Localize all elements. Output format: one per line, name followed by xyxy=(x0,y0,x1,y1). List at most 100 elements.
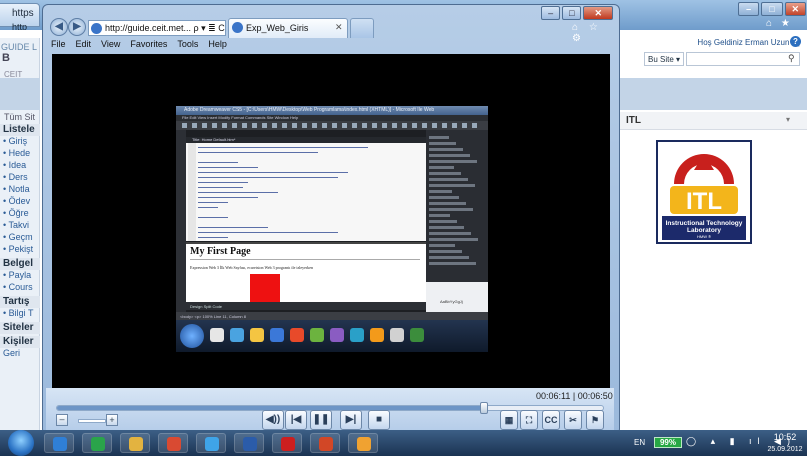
video-toolbar-icon xyxy=(342,123,347,128)
video-red-box xyxy=(250,274,280,302)
video-properties-text: AaBbYyGgJj xyxy=(440,299,463,304)
menu-favorites[interactable]: Favorites xyxy=(125,38,172,52)
layout-button[interactable]: ▦ xyxy=(500,410,518,430)
menu-help[interactable]: Help xyxy=(203,38,232,52)
menu-edit[interactable]: Edit xyxy=(71,38,97,52)
new-tab-button[interactable] xyxy=(350,18,374,38)
outer-browser-tools-icons[interactable]: ⌂ ★ xyxy=(766,18,806,30)
video-taskbar-app-icon xyxy=(350,328,364,342)
taskbar-windows-media-button[interactable] xyxy=(348,433,378,453)
menu-link[interactable]: • Hede xyxy=(0,148,40,160)
menu-section-header[interactable]: Tartış xyxy=(0,296,40,308)
previous-button[interactable]: |◀ xyxy=(285,410,307,430)
menu-view[interactable]: View xyxy=(96,38,125,52)
video-toolbar-icon xyxy=(242,123,247,128)
code-line xyxy=(198,207,218,208)
back-button[interactable]: ◀ xyxy=(50,18,68,36)
slides-button[interactable]: ✂ xyxy=(564,410,582,430)
zoom-slider[interactable] xyxy=(78,419,106,423)
itl-logo-graphic: ITL Instructional Technology Laboratory … xyxy=(662,154,746,240)
itl-logo-caption-1: Instructional Technology xyxy=(666,220,743,227)
pause-button[interactable]: ❚❚ xyxy=(310,410,332,430)
taskbar-ie-button[interactable] xyxy=(44,433,74,453)
video-page-heading: My First Page xyxy=(190,246,251,257)
menu-link[interactable]: • Giriş xyxy=(0,136,40,148)
taskbar-chrome-button[interactable] xyxy=(158,433,188,453)
zoom-in-button[interactable]: + xyxy=(106,414,118,426)
taskbar-opera-button[interactable] xyxy=(272,433,302,453)
zoom-out-button[interactable]: – xyxy=(56,414,68,426)
tray-icons[interactable]: ◯ ▴ ▮ ıl ◀) xyxy=(686,436,790,447)
address-bar[interactable]: http://guide.ceit.met... ρ ▾ ≣ C ✕ xyxy=(88,20,226,36)
menu-link[interactable]: • Geçm xyxy=(0,232,40,244)
ie-icon xyxy=(53,437,67,451)
seek-thumb[interactable] xyxy=(480,402,488,414)
panel-row xyxy=(429,262,476,265)
code-line xyxy=(198,232,338,233)
forward-button[interactable]: ▶ xyxy=(68,18,86,36)
fullscreen-button[interactable]: ⛶ xyxy=(520,410,538,430)
next-button[interactable]: ▶| xyxy=(340,410,362,430)
panel-row xyxy=(429,166,454,169)
webpart-menu-chevron-icon[interactable]: ▾ xyxy=(786,115,796,124)
taskbar-explorer-folder-button[interactable] xyxy=(120,433,150,453)
tab-favicon-icon xyxy=(232,22,243,33)
menu-section-header[interactable]: Belgel xyxy=(0,258,40,270)
minimize-button[interactable]: – xyxy=(738,2,760,16)
panel-row xyxy=(429,202,466,205)
site-search-input[interactable] xyxy=(686,52,800,66)
search-icon[interactable]: ⚲ xyxy=(788,53,798,65)
maximize-button[interactable]: □ xyxy=(761,2,783,16)
browser-tab-exp-web-giris[interactable]: Exp_Web_Giris xyxy=(228,18,348,38)
menu-link[interactable]: • Takvi xyxy=(0,220,40,232)
language-indicator[interactable]: EN xyxy=(634,438,648,447)
menu-link[interactable]: • Ders xyxy=(0,172,40,184)
menu-section-header[interactable]: Kişiler xyxy=(0,336,40,348)
menu-link[interactable]: • Öğre xyxy=(0,208,40,220)
site-header-link[interactable]: GUIDE L xyxy=(0,42,40,52)
menu-link[interactable]: • Cours xyxy=(0,282,40,294)
search-scope-select[interactable]: Bu Site ▾ xyxy=(644,52,684,66)
start-button[interactable] xyxy=(8,430,34,456)
quick-launch-link[interactable]: Tüm Sit xyxy=(0,112,40,122)
taskbar-messenger-button[interactable] xyxy=(196,433,226,453)
stop-button[interactable]: ■ xyxy=(368,410,390,430)
menu-link[interactable]: • Ödev xyxy=(0,196,40,208)
menu-tools[interactable]: Tools xyxy=(172,38,203,52)
close-button[interactable]: ✕ xyxy=(784,2,806,16)
video-toolbar-icon xyxy=(202,123,207,128)
taskbar-word-button[interactable] xyxy=(234,433,264,453)
video-toolbar-icon xyxy=(192,123,197,128)
battery-indicator[interactable]: 99% xyxy=(654,437,682,448)
menu-link[interactable]: Geri xyxy=(0,348,40,360)
chrome-icon xyxy=(167,437,181,451)
volume-button[interactable]: ◀)) xyxy=(262,410,284,430)
windows-media-icon xyxy=(357,437,371,451)
menu-section-header[interactable]: Listele xyxy=(0,124,40,136)
menu-link[interactable]: • Notla xyxy=(0,184,40,196)
flag-button[interactable]: ⚑ xyxy=(586,410,604,430)
taskbar-powerpoint-button[interactable] xyxy=(310,433,340,453)
captions-button[interactable]: CC xyxy=(542,410,560,430)
help-icon[interactable]: ? xyxy=(790,36,801,47)
video-toolbar-icon xyxy=(292,123,297,128)
code-line xyxy=(198,152,318,153)
code-line xyxy=(198,217,228,218)
tab-close-icon[interactable]: ✕ xyxy=(335,22,343,33)
clock-time[interactable]: 10:52 xyxy=(766,433,804,442)
menu-link[interactable]: • Payla xyxy=(0,270,40,282)
video-toolbar-icon xyxy=(392,123,397,128)
itl-logo-caption-3: HMW ® xyxy=(697,234,711,239)
webpart-title: ITL xyxy=(618,112,807,130)
menu-link[interactable]: • Pekişt xyxy=(0,244,40,256)
video-toolbar-icon xyxy=(372,123,377,128)
taskbar-media-center-button[interactable] xyxy=(82,433,112,453)
menu-section-header[interactable]: Siteler xyxy=(0,322,40,334)
menu-link[interactable]: • Idea xyxy=(0,160,40,172)
user-greeting-menu[interactable]: Hoş Geldiniz Erman Uzun ▾ | xyxy=(660,38,800,47)
menu-link[interactable]: • Bilgi T xyxy=(0,308,40,320)
clock-date[interactable]: 25.09.2012 xyxy=(766,445,804,454)
video-start-orb xyxy=(180,324,204,348)
menu-file[interactable]: File xyxy=(46,38,71,52)
panel-row xyxy=(429,178,468,181)
